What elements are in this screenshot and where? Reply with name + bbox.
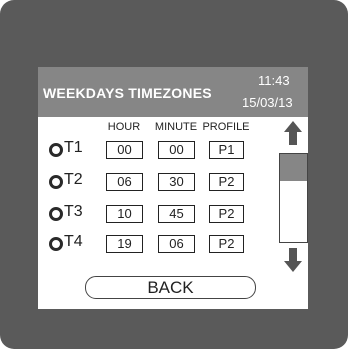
scrollbar-thumb[interactable] xyxy=(280,154,307,181)
timezone-row-t4: T4 19 06 P2 xyxy=(38,233,278,255)
minute-field[interactable]: 00 xyxy=(158,141,195,159)
header-bar: WEEKDAYS TIMEZONES 11:43 15/03/13 xyxy=(38,67,308,117)
minute-field[interactable]: 06 xyxy=(158,235,195,253)
profile-field[interactable]: P1 xyxy=(209,141,244,159)
row-label: T3 xyxy=(64,203,83,220)
row-label: T2 xyxy=(64,171,83,188)
radio-icon[interactable] xyxy=(49,143,63,157)
hour-field[interactable]: 19 xyxy=(106,235,143,253)
clock-date: 15/03/13 xyxy=(242,95,293,110)
touch-screen: WEEKDAYS TIMEZONES 11:43 15/03/13 HOUR M… xyxy=(38,67,308,309)
arrow-down-glyph xyxy=(284,248,302,272)
profile-field[interactable]: P2 xyxy=(209,205,244,223)
arrow-up-glyph xyxy=(284,121,302,145)
scrollbar-track[interactable] xyxy=(279,153,308,243)
minute-field[interactable]: 45 xyxy=(158,205,195,223)
device-bezel: WEEKDAYS TIMEZONES 11:43 15/03/13 HOUR M… xyxy=(0,0,348,349)
profile-field[interactable]: P2 xyxy=(209,173,244,191)
row-label: T1 xyxy=(64,139,83,156)
radio-icon[interactable] xyxy=(49,175,63,189)
column-header-profile: PROFILE xyxy=(202,121,250,133)
hour-field[interactable]: 06 xyxy=(106,173,143,191)
timezone-row-t2: T2 06 30 P2 xyxy=(38,171,278,193)
hour-field[interactable]: 00 xyxy=(106,141,143,159)
minute-field[interactable]: 30 xyxy=(158,173,195,191)
radio-icon[interactable] xyxy=(49,237,63,251)
profile-field[interactable]: P2 xyxy=(209,235,244,253)
column-header-hour: HOUR xyxy=(107,121,141,133)
timezone-row-t3: T3 10 45 P2 xyxy=(38,203,278,225)
arrow-down-icon[interactable] xyxy=(284,248,302,277)
back-button[interactable]: BACK xyxy=(85,276,256,299)
radio-icon[interactable] xyxy=(49,207,63,221)
timezone-row-t1: T1 00 00 P1 xyxy=(38,139,278,161)
clock-time: 11:43 xyxy=(258,73,290,88)
hour-field[interactable]: 10 xyxy=(106,205,143,223)
row-label: T4 xyxy=(64,233,83,250)
page-title: WEEKDAYS TIMEZONES xyxy=(43,85,212,101)
arrow-up-icon[interactable] xyxy=(284,121,302,150)
